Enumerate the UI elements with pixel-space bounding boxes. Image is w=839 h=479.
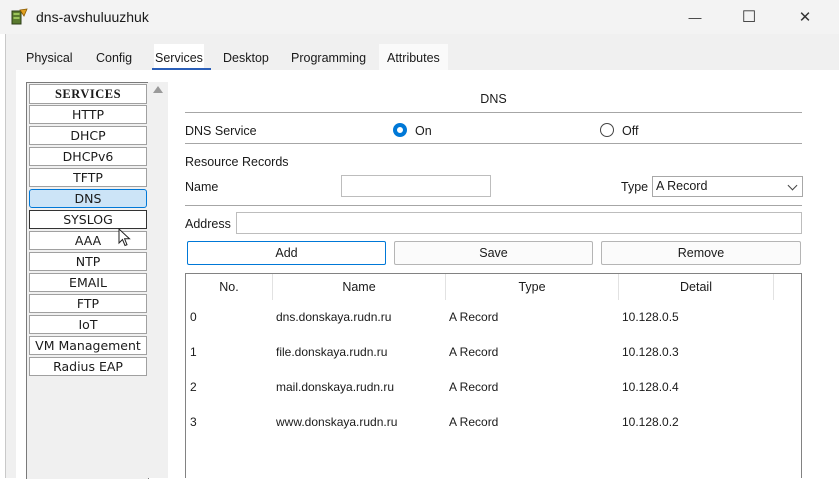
dns-off-label: Off	[622, 124, 639, 138]
cell-no: 3	[190, 415, 197, 429]
cell-name: mail.donskaya.rudn.ru	[276, 380, 395, 394]
cell-detail: 10.128.0.4	[622, 380, 679, 394]
service-ntp-button[interactable]: NTP	[29, 252, 147, 271]
service-dhcpv6-button[interactable]: DHCPv6	[29, 147, 147, 166]
dns-on-radio[interactable]	[393, 123, 407, 137]
type-select-value: A Record	[656, 179, 708, 193]
scroll-up-icon[interactable]	[153, 86, 163, 93]
dns-on-label: On	[415, 124, 432, 138]
remove-button[interactable]: Remove	[601, 241, 801, 265]
address-input[interactable]	[236, 212, 802, 234]
service-vm-management-button[interactable]: VM Management	[29, 336, 147, 355]
dns-off-radio[interactable]	[600, 123, 614, 137]
sidebar-scrollbar[interactable]	[148, 82, 168, 478]
tab-desktop[interactable]: Desktop	[223, 44, 269, 70]
close-button[interactable]: ✕	[778, 0, 832, 34]
service-ftp-button[interactable]: FTP	[29, 294, 147, 313]
tab-physical[interactable]: Physical	[26, 44, 73, 70]
cell-name: dns.donskaya.rudn.ru	[276, 310, 392, 324]
service-tftp-button[interactable]: TFTP	[29, 168, 147, 187]
maximize-icon: ☐	[741, 9, 757, 26]
title-bar: dns-avshuluuzhuk — ☐ ✕	[0, 0, 839, 34]
address-label: Address	[185, 217, 231, 231]
cell-detail: 10.128.0.5	[622, 310, 679, 324]
resource-records-table: No. Name Type Detail 0 dns.donskaya.rudn…	[185, 273, 802, 478]
mouse-pointer-icon	[118, 228, 131, 247]
cell-type: A Record	[449, 415, 499, 429]
column-header-no[interactable]: No.	[186, 274, 273, 300]
background-window-edge	[0, 100, 4, 380]
cell-type: A Record	[449, 345, 499, 359]
close-icon: ✕	[798, 9, 812, 26]
divider	[185, 143, 802, 144]
cell-no: 2	[190, 380, 197, 394]
cell-detail: 10.128.0.3	[622, 345, 679, 359]
column-header-detail[interactable]: Detail	[619, 274, 774, 300]
column-header-name[interactable]: Name	[273, 274, 446, 300]
app-icon	[11, 8, 28, 25]
name-input[interactable]	[341, 175, 491, 197]
add-button[interactable]: Add	[187, 241, 386, 265]
services-header: SERVICES	[29, 84, 147, 104]
chevron-down-icon	[787, 180, 798, 191]
cell-no: 0	[190, 310, 197, 324]
tab-attributes[interactable]: Attributes	[379, 44, 448, 70]
cell-name: www.donskaya.rudn.ru	[276, 415, 398, 429]
cell-detail: 10.128.0.2	[622, 415, 679, 429]
type-select[interactable]: A Record	[652, 176, 803, 197]
dns-panel-title: DNS	[480, 92, 507, 106]
service-dhcp-button[interactable]: DHCP	[29, 126, 147, 145]
cell-type: A Record	[449, 380, 499, 394]
service-syslog-button[interactable]: SYSLOG	[29, 210, 147, 229]
cell-type: A Record	[449, 310, 499, 324]
divider	[185, 205, 802, 206]
service-iot-button[interactable]: IoT	[29, 315, 147, 334]
maximize-button[interactable]: ☐	[722, 0, 776, 34]
tab-programming[interactable]: Programming	[291, 44, 366, 70]
service-http-button[interactable]: HTTP	[29, 105, 147, 124]
column-header-type[interactable]: Type	[446, 274, 619, 300]
service-radius-eap-button[interactable]: Radius EAP	[29, 357, 147, 376]
window-title: dns-avshuluuzhuk	[36, 9, 149, 25]
service-dns-button[interactable]: DNS	[29, 189, 147, 208]
tab-config[interactable]: Config	[96, 44, 132, 70]
name-label: Name	[185, 180, 219, 194]
cell-no: 1	[190, 345, 197, 359]
minimize-icon: —	[688, 9, 702, 25]
type-label: Type	[621, 180, 649, 194]
tab-services[interactable]: Services	[154, 44, 204, 70]
resource-records-label: Resource Records	[185, 155, 289, 169]
minimize-button[interactable]: —	[668, 0, 722, 34]
dns-service-label: DNS Service	[185, 124, 257, 138]
cell-name: file.donskaya.rudn.ru	[276, 345, 388, 359]
service-email-button[interactable]: EMAIL	[29, 273, 147, 292]
divider	[185, 112, 802, 113]
save-button[interactable]: Save	[394, 241, 593, 265]
